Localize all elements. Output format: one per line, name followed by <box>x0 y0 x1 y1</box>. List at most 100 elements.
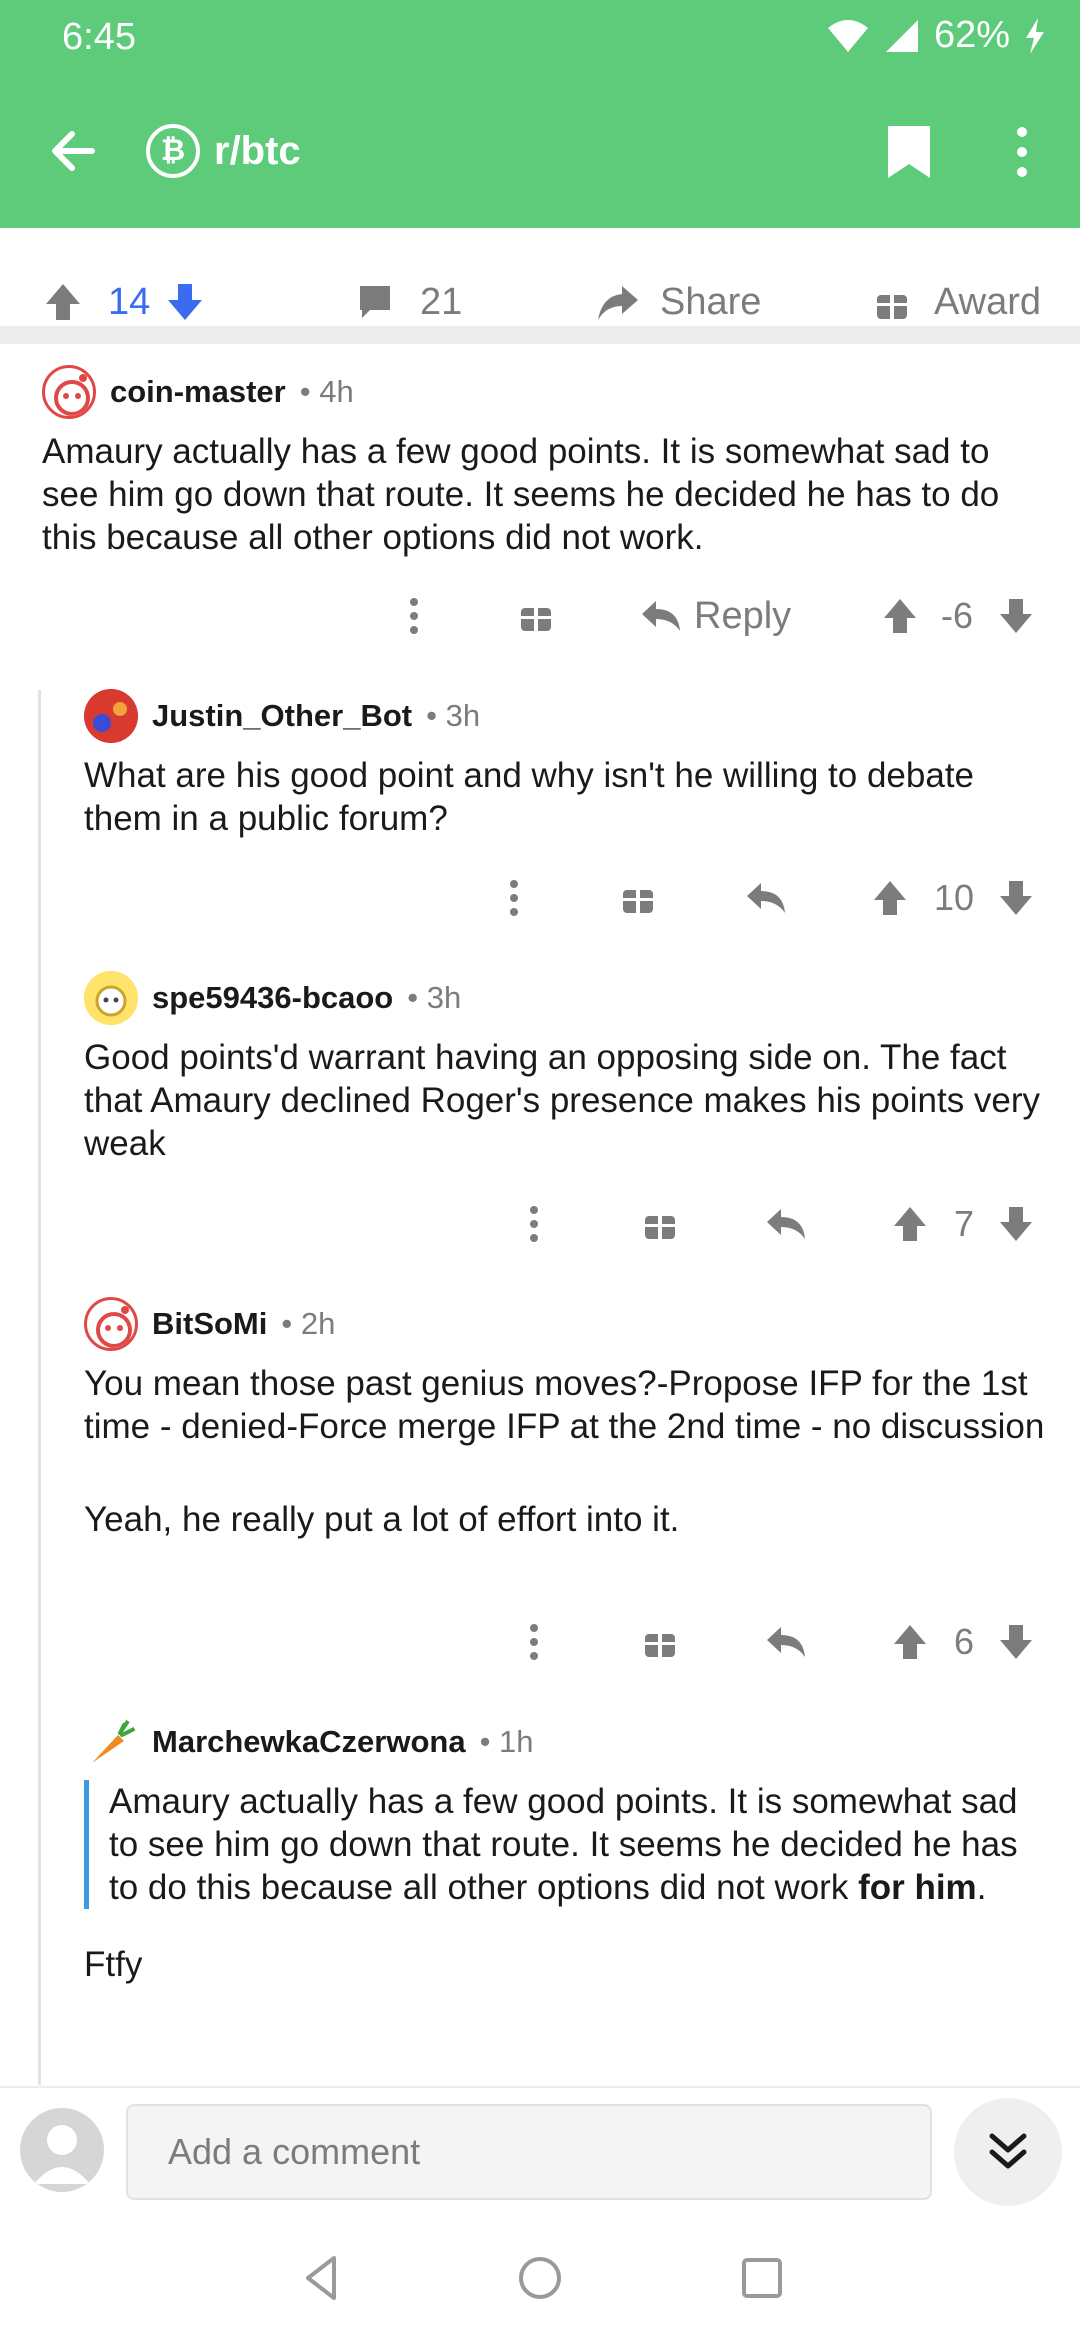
reply-button[interactable] <box>744 868 788 928</box>
avatar[interactable] <box>84 971 138 1025</box>
more-vert-icon[interactable] <box>1006 124 1038 180</box>
comment-actions: 10 <box>0 868 1080 928</box>
reply-icon <box>642 601 680 631</box>
next-comment-button[interactable] <box>954 2098 1062 2206</box>
comment-header: coin-master • 4h <box>42 364 1052 420</box>
more-options-button[interactable] <box>514 1612 554 1672</box>
avatar[interactable] <box>42 365 96 419</box>
downvote-button[interactable] <box>996 1612 1036 1672</box>
nav-home-icon[interactable] <box>512 2250 568 2306</box>
upvote-button[interactable] <box>890 1194 930 1254</box>
share-label: Share <box>660 280 762 323</box>
comment-score: 7 <box>953 1203 975 1244</box>
more-vert-icon <box>410 598 418 634</box>
comment: coin-master • 4h Amaury actually has a f… <box>42 364 1052 559</box>
comment-actions: Reply -6 <box>0 586 1080 646</box>
gift-icon <box>645 1628 675 1657</box>
downvote-button[interactable] <box>996 586 1036 646</box>
signal-icon <box>885 19 918 52</box>
meta-separator: • <box>281 1306 293 1341</box>
comment-paragraph: What are his good point and why isn't he… <box>84 756 975 838</box>
charging-icon <box>1026 17 1044 54</box>
comment-author[interactable]: MarchewkaCzerwona <box>152 1724 466 1760</box>
bookmark-icon[interactable] <box>884 124 934 180</box>
reply-button[interactable]: Reply <box>640 586 810 646</box>
comment-actions: 7 <box>0 1194 1080 1254</box>
reply-button[interactable] <box>764 1612 808 1672</box>
comment-paragraph: Amaury actually has a few good points. I… <box>42 432 1000 557</box>
double-chevron-down-icon <box>989 2133 1027 2169</box>
comment-count: 21 <box>420 280 463 323</box>
battery-level: 62% <box>933 14 1010 56</box>
comment-age: 1h <box>499 1724 534 1759</box>
comment-author[interactable]: coin-master <box>110 374 286 410</box>
comment-age: 4h <box>319 374 354 409</box>
upvote-icon[interactable] <box>44 282 82 322</box>
comment-header: spe59436-bcaoo • 3h <box>84 970 1068 1026</box>
comment-paragraph: You mean those past genius moves?-Propos… <box>84 1364 1045 1446</box>
award-label: Award <box>934 280 1042 323</box>
divider <box>0 326 1080 344</box>
comment: Justin_Other_Bot • 3h What are his good … <box>84 688 1054 840</box>
comment-meta: • 3h <box>426 698 480 734</box>
downvote-icon <box>1000 1207 1032 1241</box>
downvote-icon <box>1000 881 1032 915</box>
meta-separator: • <box>407 980 419 1015</box>
comment-body: What are his good point and why isn't he… <box>84 754 1054 840</box>
nav-recents-icon[interactable] <box>734 2250 790 2306</box>
nav-back-icon[interactable] <box>294 2250 350 2306</box>
app-header: 6:45 62% ₿ r/btc <box>0 0 1080 228</box>
more-vert-icon <box>510 880 518 916</box>
avatar[interactable] <box>84 1297 138 1351</box>
upvote-icon <box>874 881 906 915</box>
back-arrow-icon[interactable] <box>46 124 100 178</box>
award-button[interactable] <box>640 1194 680 1254</box>
meta-separator: • <box>299 374 311 409</box>
wifi-icon <box>827 19 868 52</box>
carrot-avatar[interactable] <box>84 1715 138 1769</box>
subreddit-header[interactable]: ₿ r/btc <box>146 124 301 178</box>
comment-meta: • 3h <box>407 980 461 1016</box>
reply-icon <box>747 883 785 913</box>
more-options-button[interactable] <box>394 586 434 646</box>
more-options-button[interactable] <box>514 1194 554 1254</box>
award-button[interactable] <box>516 586 556 646</box>
comment-paragraph: Good points'd warrant having an opposing… <box>84 1038 1041 1163</box>
reply-label: Reply <box>694 594 792 637</box>
upvote-icon <box>884 599 916 633</box>
comment-body: Good points'd warrant having an opposing… <box>84 1036 1068 1165</box>
reply-icon <box>767 1627 805 1657</box>
reply-button[interactable] <box>764 1194 808 1254</box>
comment-author[interactable]: spe59436-bcaoo <box>152 980 393 1016</box>
comment-meta: • 1h <box>480 1724 534 1760</box>
upvote-button[interactable] <box>880 586 920 646</box>
gift-icon <box>645 1210 675 1239</box>
downvote-button[interactable] <box>996 868 1036 928</box>
comment-actions: 6 <box>0 1612 1080 1672</box>
status-icons: 62% <box>826 14 1046 57</box>
upvote-button[interactable] <box>870 868 910 928</box>
downvote-icon <box>1000 599 1032 633</box>
comment-age: 2h <box>300 1306 336 1341</box>
avatar[interactable] <box>84 689 138 743</box>
add-comment-input[interactable] <box>126 2104 932 2200</box>
upvote-icon <box>894 1625 926 1659</box>
reply-icon <box>767 1209 805 1239</box>
user-avatar[interactable] <box>20 2108 104 2192</box>
comment-meta: • 4h <box>300 374 354 410</box>
status-time: 6:45 <box>62 16 136 58</box>
comment-header: Justin_Other_Bot • 3h <box>84 688 1054 744</box>
quote-end: . <box>976 1868 987 1907</box>
comment-author[interactable]: Justin_Other_Bot <box>152 698 412 734</box>
award-button[interactable] <box>618 868 658 928</box>
comment-body: Amaury actually has a few good points. I… <box>84 1780 1054 1986</box>
downvote-icon <box>1000 1625 1032 1659</box>
downvote-icon[interactable] <box>166 282 204 322</box>
upvote-icon <box>894 1207 926 1241</box>
downvote-button[interactable] <box>996 1194 1036 1254</box>
bitcoin-icon: ₿ <box>146 124 200 178</box>
upvote-button[interactable] <box>890 1612 930 1672</box>
award-button[interactable] <box>640 1612 680 1672</box>
more-options-button[interactable] <box>494 868 534 928</box>
comment-author[interactable]: BitSoMi <box>152 1306 267 1342</box>
